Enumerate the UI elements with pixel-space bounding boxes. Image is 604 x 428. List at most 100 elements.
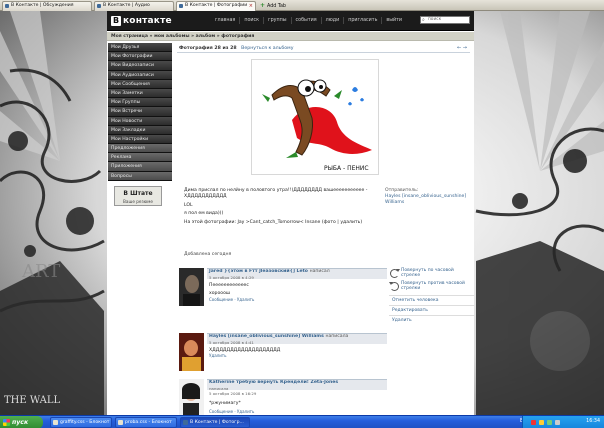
start-label: пуск — [12, 419, 29, 426]
nav-events[interactable]: события — [290, 17, 321, 24]
security-icon[interactable] — [555, 420, 560, 425]
nav-groups[interactable]: группы — [263, 17, 290, 24]
rotate-cw-icon — [390, 269, 400, 278]
breadcrumb[interactable]: Моя страница » мои альбомы » альбом » фо… — [107, 32, 474, 41]
nav-home[interactable]: главная — [211, 17, 239, 24]
task-graffity-notepad[interactable]: graffity.css - Блокнот — [50, 417, 112, 428]
menu-questions[interactable]: Вопросы — [108, 171, 172, 181]
nav-logout[interactable]: выйти — [381, 17, 406, 24]
menu-friends[interactable]: Мои Друзья — [108, 43, 172, 53]
menu-groups[interactable]: Мои Группы — [108, 98, 172, 108]
tab-discussions[interactable]: В Контакте | Обсуждения — [2, 1, 92, 11]
add-tab-button[interactable]: + Add Tab — [260, 1, 286, 10]
menu-events[interactable]: Мои Встречи — [108, 107, 172, 117]
bg-wall-text: THE WALL — [4, 395, 61, 406]
plus-icon: + — [260, 2, 266, 9]
volume-icon[interactable] — [547, 420, 552, 425]
search-placeholder: поиск — [428, 17, 442, 22]
browser-tab-bar: В Контакте | Обсуждения В Контакте | Ауд… — [0, 0, 604, 11]
nav-people[interactable]: люди — [320, 17, 344, 24]
menu-apps[interactable]: Приложения — [108, 162, 172, 172]
avatar[interactable] — [179, 379, 204, 415]
close-tab-icon[interactable]: × — [249, 2, 253, 10]
task-label: graffity.css - Блокнот — [60, 420, 110, 425]
menu-photos[interactable]: Мои Фотографии — [108, 52, 172, 62]
windows-taskbar: пуск graffity.css - Блокнот proba.css - … — [0, 415, 604, 428]
description-line: Дима прислал по нелйну в половтого утра!… — [184, 188, 368, 199]
in-state-widget[interactable]: В Штате Ваше резюме — [114, 185, 162, 206]
windows-logo-icon — [3, 419, 10, 426]
comment-actions[interactable]: Сообщение · Удалить — [209, 297, 254, 302]
rotate-clockwise-button[interactable]: Повернуть по часовой стрелке — [389, 268, 474, 279]
tag-person-link[interactable]: Отметить человека — [389, 295, 474, 305]
search-input[interactable]: ⌕ поиск — [420, 16, 470, 24]
comment-date: 5 октября 2008 в 4:41 — [209, 339, 254, 345]
delete-link[interactable]: Удалить — [389, 315, 474, 325]
menu-ads[interactable]: Реклама — [108, 153, 172, 163]
comment-text-line: хорооош — [209, 291, 231, 296]
top-nav: главная поиск группы события люди пригла… — [211, 17, 406, 24]
menu-offers[interactable]: Предложения — [108, 144, 172, 154]
rotate-cw-label: Повернуть по часовой стрелке — [401, 268, 454, 278]
menu-videos[interactable]: Мои Видеозаписи — [108, 61, 172, 71]
menu-bookmarks[interactable]: Мои Закладки — [108, 125, 172, 135]
antivirus-icon[interactable] — [531, 420, 536, 425]
wrote-label: написала — [325, 334, 349, 339]
logo-mark: В — [111, 15, 121, 26]
nav-search[interactable]: поиск — [239, 17, 263, 24]
comment-text: Пеееееееееееес хорооош — [209, 283, 249, 296]
comment-header: Hayles [insane_oblivious_sunshine] Willi… — [207, 333, 387, 345]
comment-actions[interactable]: Сообщение · Удалить — [209, 409, 254, 414]
task-browser[interactable]: В Контакте | Фотогр... — [180, 417, 250, 428]
system-tray: 16:34 — [522, 416, 604, 428]
site-header: В контакте главная поиск группы события … — [107, 11, 474, 31]
sender-name-link[interactable]: Hayles [insane_oblivious_sunshine] Willi… — [385, 194, 470, 206]
vk-favicon-icon — [179, 4, 183, 8]
vk-favicon-icon — [97, 4, 101, 8]
avatar[interactable] — [179, 333, 204, 371]
photo-nav-arrows[interactable]: ← → — [457, 45, 467, 52]
tab-photos[interactable]: В Контакте | Фотографии × — [176, 1, 256, 11]
menu-notes[interactable]: Мои Заметки — [108, 88, 172, 99]
wrote-label: написал — [309, 269, 330, 274]
photo-image[interactable]: РЫБА - ПЕНИС — [251, 59, 379, 175]
rotate-ccw-label: Повернуть против часовой стрелки — [401, 281, 465, 291]
task-proba-notepad[interactable]: proba.css - Блокнот — [115, 417, 177, 428]
comment-text-line: Пеееееееееееес — [209, 283, 249, 288]
nav-invite[interactable]: пригласить — [343, 17, 381, 24]
author-name: Hayles [insane_oblivious_sunshine] Willi… — [209, 334, 324, 339]
comment-date: 5 октября 2008 в 4:29 — [209, 274, 254, 280]
tab-audio[interactable]: В Контакте | Аудио — [94, 1, 174, 11]
network-icon[interactable] — [539, 420, 544, 425]
edit-link[interactable]: Редактировать — [389, 305, 474, 315]
rotate-counterclockwise-button[interactable]: Повернуть против часовой стрелки — [389, 281, 474, 292]
author-name: Katherine требую вернуть Крендели! Zeta-… — [209, 380, 339, 385]
menu-news[interactable]: Мои Новости — [108, 116, 172, 126]
photo-sender: Отправитель: Hayles [insane_oblivious_su… — [385, 188, 470, 206]
site-logo[interactable]: В контакте — [111, 14, 172, 27]
tab-label: В Контакте | Обсуждения — [11, 3, 74, 8]
photo-description: Дима прислал по нелйну в половтого утра!… — [184, 188, 389, 228]
photo-content: Фотография 28 из 28 Вернуться к альбому … — [177, 43, 474, 415]
tagged-people[interactable]: На этой фотографии: Jay >Cant_catch_Tomo… — [184, 220, 389, 226]
drawing-caption: РЫБА - ПЕНИС — [324, 165, 369, 172]
menu-settings[interactable]: Мои Настройки — [108, 134, 172, 145]
notepad-icon — [53, 420, 58, 425]
start-button[interactable]: пуск — [0, 416, 43, 428]
task-label: proba.css - Блокнот — [125, 420, 172, 425]
in-state-subtitle: Ваше резюме — [123, 198, 153, 204]
comment-header: Katherine требую вернуть Крендели! Zeta-… — [207, 379, 387, 391]
menu-messages[interactable]: Мои Сообщения — [108, 79, 172, 89]
rotate-ccw-icon — [390, 282, 399, 291]
tab-label: В Контакте | Аудио — [103, 3, 150, 8]
added-date: Добавлена сегодня — [184, 252, 232, 257]
search-icon: ⌕ — [422, 17, 425, 23]
photo-actions: Повернуть по часовой стрелке Повернуть п… — [389, 268, 474, 325]
comment-actions[interactable]: Удалить — [209, 353, 227, 358]
notepad-icon — [118, 420, 123, 425]
photo-counter: Фотография 28 из 28 — [179, 46, 237, 51]
vk-site: В контакте главная поиск группы события … — [107, 11, 474, 415]
back-to-album-link[interactable]: Вернуться к альбому — [241, 46, 293, 51]
menu-audio[interactable]: Мои Аудиозаписи — [108, 70, 172, 80]
avatar[interactable] — [179, 268, 204, 306]
